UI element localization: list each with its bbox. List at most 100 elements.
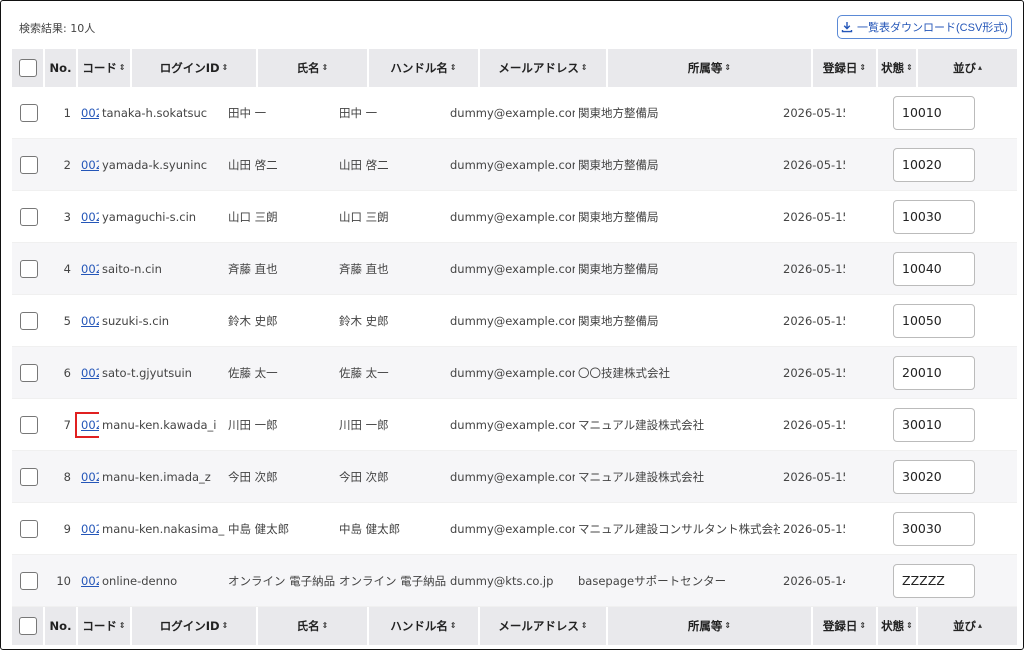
row-name: 鈴木 史郎	[228, 313, 278, 328]
header-code-label: コード	[82, 619, 117, 633]
order-input[interactable]	[893, 355, 975, 390]
row-registered: 2026-05-15	[783, 469, 845, 484]
code-link[interactable]: 002446	[81, 574, 99, 588]
code-link[interactable]: 002453	[81, 470, 99, 484]
order-input[interactable]	[893, 563, 975, 598]
header-org[interactable]: 所属等 ⇕	[608, 607, 813, 645]
header-order[interactable]: 並び ▴	[918, 607, 1017, 645]
header-email[interactable]: メールアドレス ⇕	[480, 49, 608, 87]
order-input[interactable]	[893, 303, 975, 338]
row-code-cell: 002452	[45, 399, 99, 450]
code-link[interactable]: 002458	[81, 366, 99, 380]
row-email: dummy@example.com	[450, 209, 575, 224]
row-status	[845, 347, 885, 398]
order-input[interactable]	[893, 251, 975, 286]
row-checkbox[interactable]	[19, 155, 38, 174]
code-link[interactable]: 002447	[81, 106, 99, 120]
row-code-cell: 002453	[45, 451, 99, 502]
header-registered[interactable]: 登録日 ⇕	[813, 49, 878, 87]
row-registered: 2026-05-15	[783, 313, 845, 328]
row-login-id: manu-ken.imada_z	[102, 469, 211, 484]
code-link[interactable]: 002452	[75, 411, 99, 438]
header-login-id-label: ログインID	[159, 61, 220, 75]
header-name-label: 氏名	[296, 619, 320, 633]
row-checkbox[interactable]	[19, 207, 38, 226]
row-email: dummy@example.com	[450, 157, 575, 172]
header-registered[interactable]: 登録日 ⇕	[813, 607, 878, 645]
row-checkbox[interactable]	[19, 415, 38, 434]
header-code[interactable]: コード ⇕	[78, 49, 132, 87]
table-row: 3002455yamaguchi-s.cin山口 三朗山口 三朗dummy@ex…	[12, 191, 1017, 243]
row-login-id: saito-n.cin	[102, 261, 162, 276]
row-name: 今田 次郎	[228, 469, 278, 484]
row-checkbox[interactable]	[19, 311, 38, 330]
row-login-id: yamaguchi-s.cin	[102, 209, 197, 224]
sort-icon: ⇕	[221, 63, 229, 72]
header-handle[interactable]: ハンドル名 ⇕	[369, 607, 480, 645]
row-checkbox[interactable]	[19, 571, 38, 590]
header-email[interactable]: メールアドレス ⇕	[480, 607, 608, 645]
row-checkbox[interactable]	[19, 103, 38, 122]
select-all-checkbox[interactable]	[18, 59, 37, 77]
header-name[interactable]: 氏名 ⇕	[258, 607, 369, 645]
header-no: No.	[45, 607, 78, 645]
order-input[interactable]	[893, 511, 975, 546]
table-row: 9002457manu-ken.nakasima_k中島 健太郎中島 健太郎du…	[12, 503, 1017, 555]
sort-icon: ⇕	[859, 621, 867, 630]
sort-icon: ⇕	[859, 63, 867, 72]
header-code[interactable]: コード ⇕	[78, 607, 132, 645]
order-input[interactable]	[893, 199, 975, 234]
sort-ascending-icon: ▴	[977, 621, 982, 630]
row-code-cell: 002447	[45, 87, 99, 138]
row-org: 関東地方整備局	[578, 105, 659, 120]
select-all-cell	[12, 607, 45, 645]
row-handle: 中島 健太郎	[339, 521, 401, 536]
header-name[interactable]: 氏名 ⇕	[258, 49, 369, 87]
sort-icon: ⇕	[449, 63, 457, 72]
row-org: マニュアル建設株式会社	[578, 417, 705, 432]
table-header-footer: No. コード ⇕ ログインID ⇕ 氏名 ⇕ ハンドル名 ⇕ メールアドレス ⇕ 所属等 ⇕ 登録日 ⇕ 状…	[12, 607, 1017, 645]
row-checkbox[interactable]	[19, 467, 38, 486]
code-link[interactable]: 002449	[81, 262, 99, 276]
row-select-cell	[12, 451, 45, 502]
order-input[interactable]	[893, 459, 975, 494]
csv-download-button[interactable]: 一覧表ダウンロード(CSV形式)	[837, 15, 1012, 39]
order-input[interactable]	[893, 407, 975, 442]
row-order-cell	[885, 87, 984, 138]
row-name: 田中 一	[228, 105, 267, 120]
order-input[interactable]	[893, 95, 975, 130]
row-select-cell	[12, 399, 45, 450]
header-login-id[interactable]: ログインID ⇕	[132, 49, 258, 87]
code-link[interactable]: 002455	[81, 210, 99, 224]
header-login-id[interactable]: ログインID ⇕	[132, 607, 258, 645]
header-order[interactable]: 並び ▴	[918, 49, 1017, 87]
row-handle: 斉藤 直也	[339, 261, 389, 276]
row-checkbox[interactable]	[19, 259, 38, 278]
header-no-label: No.	[49, 61, 72, 75]
header-handle[interactable]: ハンドル名 ⇕	[369, 49, 480, 87]
row-login-id: sato-t.gjyutsuin	[102, 365, 192, 380]
sort-icon: ⇕	[118, 621, 126, 630]
row-handle: オンライン 電子納品	[339, 573, 447, 588]
row-name: 佐藤 太一	[228, 365, 278, 380]
header-org[interactable]: 所属等 ⇕	[608, 49, 813, 87]
code-link[interactable]: 002457	[81, 522, 99, 536]
sort-icon: ⇕	[580, 63, 588, 72]
code-link[interactable]: 002448	[81, 158, 99, 172]
row-registered: 2026-05-14	[783, 573, 845, 588]
row-handle: 田中 一	[339, 105, 378, 120]
header-status[interactable]: 状態 ⇕	[878, 607, 918, 645]
user-list-panel: 検索結果: 10人 一覧表ダウンロード(CSV形式) No. コード ⇕ ログインID…	[0, 0, 1024, 650]
row-checkbox[interactable]	[19, 519, 38, 538]
table-row: 8002453manu-ken.imada_z今田 次郎今田 次郎dummy@e…	[12, 451, 1017, 503]
row-select-cell	[12, 191, 45, 242]
row-checkbox[interactable]	[19, 363, 38, 382]
sort-icon: ⇕	[724, 63, 732, 72]
order-input[interactable]	[893, 147, 975, 182]
row-org: basepageサポートセンター	[578, 573, 727, 588]
row-status	[845, 191, 885, 242]
row-registered: 2026-05-15	[783, 157, 845, 172]
code-link[interactable]: 002450	[81, 314, 99, 328]
select-all-checkbox[interactable]	[18, 617, 37, 635]
header-status[interactable]: 状態 ⇕	[878, 49, 918, 87]
